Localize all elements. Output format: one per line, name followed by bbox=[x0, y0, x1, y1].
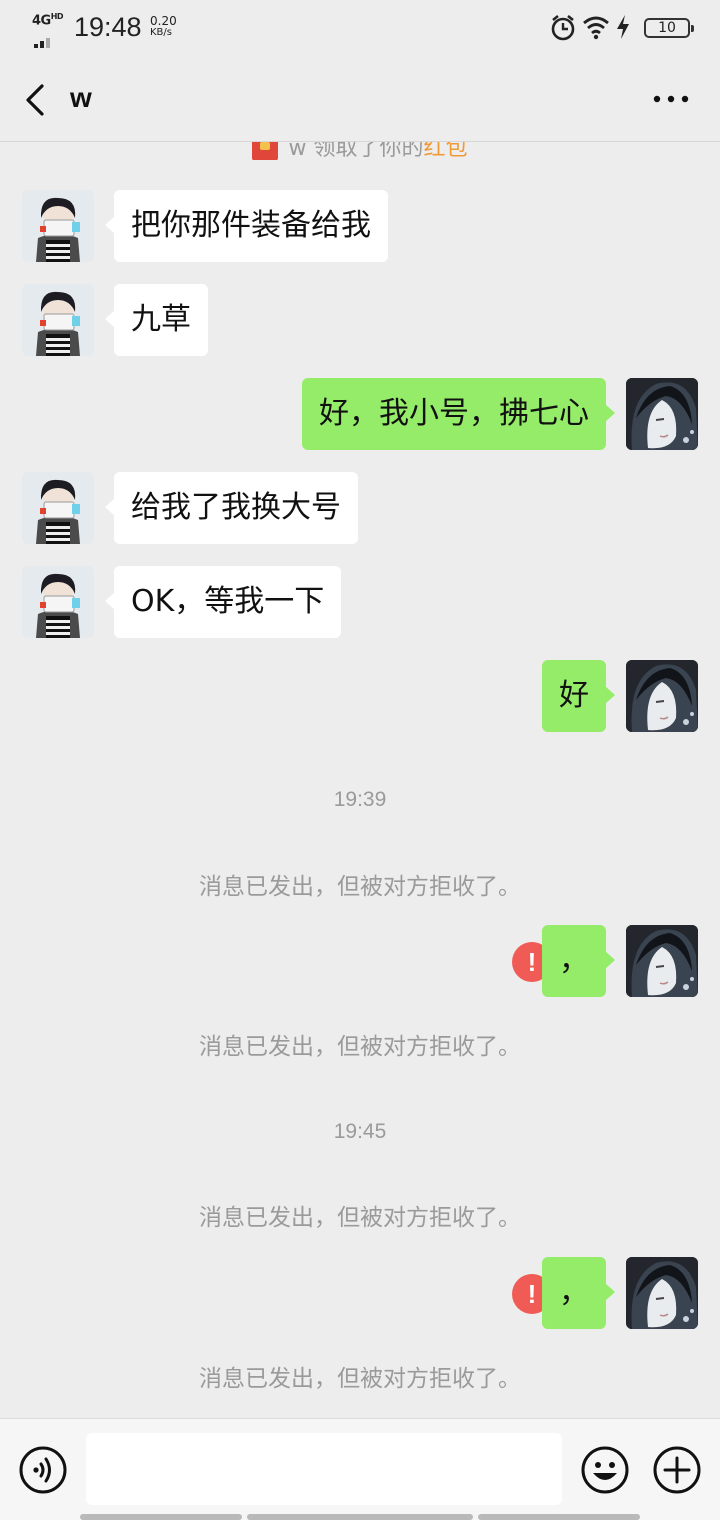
message-row: 把你那件装备给我 bbox=[0, 190, 720, 262]
contact-avatar[interactable] bbox=[22, 284, 94, 356]
message-row: 九草 bbox=[0, 284, 720, 356]
net-speed-value: 0.20 bbox=[150, 14, 177, 28]
alarm-icon bbox=[551, 14, 575, 41]
network-sup: HD bbox=[50, 12, 64, 21]
message-bubble[interactable]: ， bbox=[542, 925, 615, 997]
message-bubble[interactable]: 九草 bbox=[105, 284, 208, 356]
net-speed: 0.20 KB/s bbox=[150, 15, 177, 39]
system-message: 消息已发出，但被对方拒收了。 bbox=[199, 1034, 521, 1060]
contact-avatar[interactable] bbox=[22, 472, 94, 544]
message-timestamp: 19:45 bbox=[333, 1120, 387, 1143]
message-bubble[interactable]: 给我了我换大号 bbox=[105, 472, 358, 544]
message-row: ! ， bbox=[0, 925, 720, 997]
system-message: 消息已发出，但被对方拒收了。 bbox=[199, 1205, 521, 1231]
system-message: 消息已发出，但被对方拒收了。 bbox=[199, 1366, 521, 1392]
charging-icon bbox=[617, 15, 629, 39]
message-row: ! ， bbox=[0, 1257, 720, 1329]
status-icons: 10 bbox=[550, 14, 694, 44]
network-indicator: 4GHD bbox=[32, 12, 66, 48]
message-row: 好，我小号，拂七心 bbox=[0, 378, 720, 450]
contact-avatar[interactable] bbox=[22, 190, 94, 262]
voice-icon[interactable] bbox=[18, 1445, 68, 1495]
network-type: 4G bbox=[32, 13, 51, 29]
chevron-left-icon[interactable] bbox=[18, 80, 54, 120]
my-avatar[interactable] bbox=[626, 660, 698, 732]
message-input[interactable] bbox=[86, 1433, 562, 1505]
battery-indicator: 10 bbox=[644, 18, 694, 38]
message-bubble[interactable]: 好 bbox=[542, 660, 615, 732]
signal-icon bbox=[34, 29, 52, 48]
status-bar: 4GHD 19:48 0.20 KB/s 10 bbox=[0, 0, 720, 58]
wifi-icon bbox=[583, 16, 609, 40]
chat-header: w bbox=[0, 58, 720, 142]
input-bar bbox=[0, 1418, 720, 1520]
message-row: 给我了我换大号 bbox=[0, 472, 720, 544]
contact-avatar[interactable] bbox=[22, 566, 94, 638]
my-avatar[interactable] bbox=[626, 925, 698, 997]
my-avatar[interactable] bbox=[626, 378, 698, 450]
message-row: OK，等我一下 bbox=[0, 566, 720, 638]
message-bubble[interactable]: ， bbox=[542, 1257, 615, 1329]
net-speed-unit: KB/s bbox=[150, 27, 172, 38]
my-avatar[interactable] bbox=[626, 1257, 698, 1329]
clock: 19:48 bbox=[74, 12, 142, 42]
message-row: 好 bbox=[0, 660, 720, 732]
emoji-icon[interactable] bbox=[580, 1445, 630, 1495]
more-dots-icon[interactable] bbox=[652, 94, 690, 104]
gesture-bar bbox=[0, 1514, 720, 1520]
message-bubble[interactable]: 好，我小号，拂七心 bbox=[302, 378, 615, 450]
message-bubble[interactable]: OK，等我一下 bbox=[104, 566, 342, 638]
chat-title: w bbox=[70, 82, 92, 113]
message-bubble[interactable]: 把你那件装备给我 bbox=[105, 190, 388, 262]
system-message: 消息已发出，但被对方拒收了。 bbox=[199, 874, 521, 900]
message-timestamp: 19:39 bbox=[333, 788, 387, 811]
plus-icon[interactable] bbox=[652, 1445, 702, 1495]
